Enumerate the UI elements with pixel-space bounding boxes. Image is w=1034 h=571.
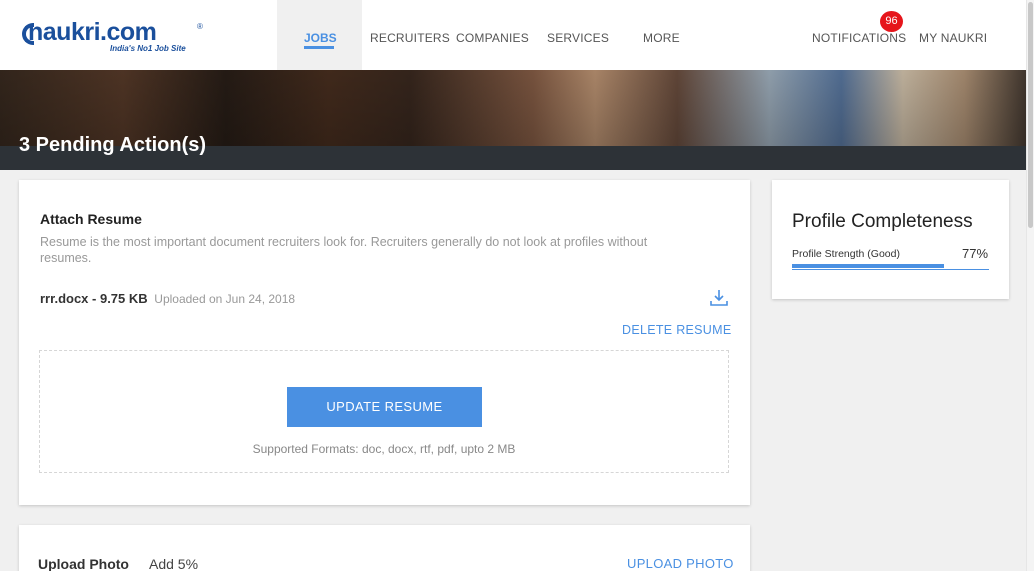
logo-text: naukri.com (28, 18, 157, 46)
resume-upload-date: Uploaded on Jun 24, 2018 (154, 292, 296, 306)
download-icon[interactable] (709, 288, 729, 308)
notifications-badge[interactable]: 96 (880, 11, 903, 32)
profile-strength-label: Profile Strength (Good) (792, 248, 900, 260)
scrollbar-thumb[interactable] (1028, 2, 1033, 228)
nav-notifications[interactable]: NOTIFICATIONS (812, 31, 906, 45)
resume-file-info: rrr.docx - 9.75 KB Uploaded on Jun 24, 2… (40, 291, 295, 306)
logo-tagline: India's No1 Job Site (110, 44, 186, 53)
profile-strength-fill (792, 264, 944, 268)
upload-photo-link[interactable]: UPLOAD PHOTO (627, 556, 734, 571)
nav-services[interactable]: SERVICES (547, 31, 609, 45)
attach-resume-title: Attach Resume (40, 211, 142, 227)
profile-completeness-title: Profile Completeness (792, 211, 973, 232)
profile-completeness-card: Profile Completeness Profile Strength (G… (772, 180, 1009, 299)
pending-actions-title: 3 Pending Action(s) (19, 134, 207, 156)
upload-photo-card: Upload Photo Add 5% UPLOAD PHOTO (19, 525, 750, 571)
top-header: naukri.com ® India's No1 Job Site JOBS R… (0, 0, 1026, 70)
nav-my-naukri[interactable]: MY NAUKRI (919, 31, 987, 45)
profile-strength-bar (792, 264, 989, 270)
resume-file-name: rrr.docx - 9.75 KB (40, 291, 148, 306)
update-resume-button[interactable]: UPDATE RESUME (287, 387, 482, 427)
nav-jobs[interactable]: JOBS (304, 31, 337, 45)
attach-resume-description: Resume is the most important document re… (40, 235, 648, 265)
page-scrollbar[interactable] (1026, 0, 1034, 571)
hero-banner: 3 Pending Action(s) (0, 70, 1026, 170)
nav-recruiters[interactable]: RECRUITERS (370, 31, 450, 45)
nav-more[interactable]: MORE (643, 31, 680, 45)
logo-registered: ® (197, 22, 203, 31)
attach-resume-card: Attach Resume Resume is the most importa… (19, 180, 750, 505)
nav-jobs-underline (304, 46, 334, 49)
nav-companies[interactable]: COMPANIES (456, 31, 529, 45)
naukri-logo[interactable]: naukri.com ® India's No1 Job Site (22, 18, 212, 56)
upload-photo-bonus: Add 5% (149, 556, 199, 571)
upload-photo-title: Upload Photo (38, 556, 129, 571)
supported-formats: Supported Formats: doc, docx, rtf, pdf, … (252, 442, 516, 456)
resume-upload-zone[interactable]: UPDATE RESUME Supported Formats: doc, do… (39, 350, 729, 473)
profile-strength-percent: 77% (962, 246, 989, 261)
delete-resume-link[interactable]: DELETE RESUME (622, 323, 731, 337)
